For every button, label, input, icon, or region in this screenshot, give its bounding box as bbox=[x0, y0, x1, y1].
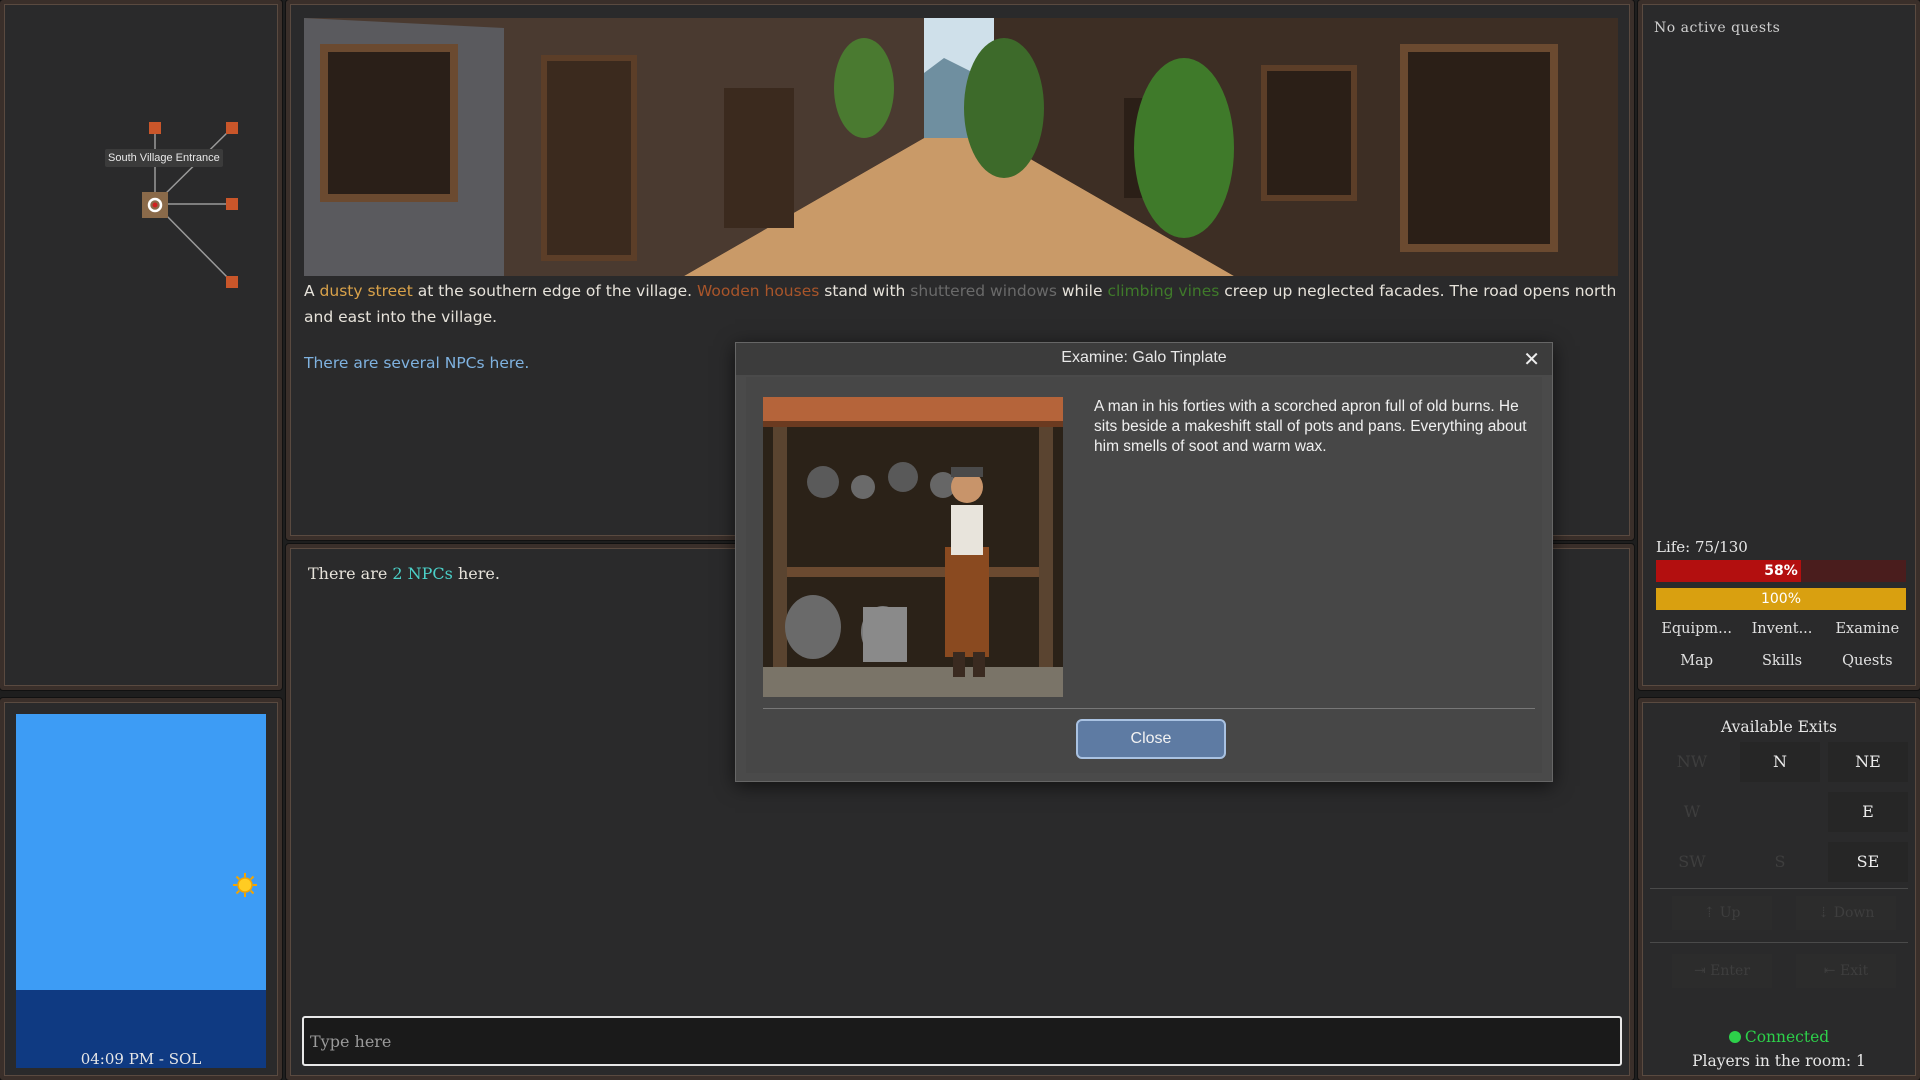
minimap-panel: South Village Entrance bbox=[0, 0, 282, 690]
exit-se-button[interactable]: SE bbox=[1828, 842, 1908, 882]
exit-sw-button: SW bbox=[1652, 842, 1732, 882]
exits-title: Available Exits bbox=[1721, 718, 1837, 736]
portal-exits: ⇥ Enter ⇤ Exit bbox=[1672, 954, 1896, 988]
vertical-exits: ⇡ Up ⇣ Down bbox=[1672, 896, 1896, 930]
exit-s-button: S bbox=[1740, 842, 1820, 882]
log-text: There are bbox=[308, 564, 393, 583]
npc-hint-link[interactable]: There are several NPCs here. bbox=[304, 354, 529, 372]
stamina-bar: 100% bbox=[1656, 588, 1906, 610]
exit-button: ⇤ Exit bbox=[1796, 954, 1896, 988]
desc-text: while bbox=[1056, 282, 1108, 300]
stamina-percent: 100% bbox=[1760, 591, 1802, 607]
skills-button[interactable]: Skills bbox=[1739, 650, 1824, 672]
dialog-body: A man in his forties with a scorched apr… bbox=[746, 377, 1542, 773]
dialog-header: Examine: Galo Tinplate ✕ bbox=[736, 343, 1552, 375]
desc-text: at the southern edge of the village. bbox=[412, 282, 697, 300]
close-icon[interactable]: ✕ bbox=[1523, 347, 1540, 372]
examine-dialog: Examine: Galo Tinplate ✕ A man in his fo… bbox=[735, 342, 1553, 782]
exit-center bbox=[1740, 792, 1820, 832]
keyword-dusty-street[interactable]: dusty street bbox=[320, 282, 413, 300]
keyword-wooden-houses[interactable]: Wooden houses bbox=[697, 282, 819, 300]
minimap bbox=[142, 122, 238, 288]
keyword-climbing-vines[interactable]: climbing vines bbox=[1107, 282, 1219, 300]
desc-text: stand with bbox=[819, 282, 911, 300]
map-room-east[interactable] bbox=[226, 198, 238, 210]
exit-e-button[interactable]: E bbox=[1828, 792, 1908, 832]
life-bar: 58% bbox=[1656, 560, 1906, 582]
quest-status: No active quests bbox=[1654, 20, 1781, 36]
divider bbox=[1650, 942, 1908, 943]
sun-icon bbox=[233, 873, 257, 897]
keyword-shuttered-windows[interactable]: shuttered windows bbox=[910, 282, 1057, 300]
equipment-button[interactable]: Equipm... bbox=[1654, 618, 1739, 640]
quests-button[interactable]: Quests bbox=[1825, 650, 1910, 672]
room-description: A dusty street at the southern edge of t… bbox=[304, 278, 1624, 330]
sky bbox=[16, 714, 266, 990]
npc-portrait bbox=[763, 397, 1063, 697]
scene-image bbox=[304, 18, 1618, 276]
log-text: here. bbox=[452, 564, 500, 583]
npc-count-link[interactable]: 2 NPCs bbox=[392, 564, 452, 583]
exit-nw-button: NW bbox=[1652, 742, 1732, 782]
map-room-southeast[interactable] bbox=[226, 276, 238, 288]
exit-n-button[interactable]: N bbox=[1740, 742, 1820, 782]
exit-compass: NW N NE W E SW S SE bbox=[1652, 742, 1908, 882]
exit-up-button: ⇡ Up bbox=[1672, 896, 1772, 930]
status-dot-icon bbox=[1728, 1031, 1741, 1043]
map-room-northeast[interactable] bbox=[226, 122, 238, 134]
close-button[interactable]: Close bbox=[1076, 719, 1226, 759]
exit-ne-button[interactable]: NE bbox=[1828, 742, 1908, 782]
dialog-title: Examine: Galo Tinplate bbox=[1061, 349, 1227, 366]
dialog-divider bbox=[763, 708, 1535, 709]
inventory-button[interactable]: Invent... bbox=[1739, 618, 1824, 640]
day-cycle-panel: 04:09 PM - SOL bbox=[0, 698, 282, 1080]
desc-text: A bbox=[304, 282, 320, 300]
game-clock: 04:09 PM - SOL bbox=[80, 1050, 202, 1068]
room-tooltip: South Village Entrance bbox=[105, 149, 223, 167]
exit-w-button: W bbox=[1652, 792, 1732, 832]
connection-status: Connected bbox=[1642, 1028, 1916, 1046]
log-message: There are 2 NPCs here. bbox=[308, 564, 500, 583]
npc-description: A man in his forties with a scorched apr… bbox=[1094, 398, 1527, 455]
exit-down-button: ⇣ Down bbox=[1796, 896, 1896, 930]
divider bbox=[1650, 888, 1908, 889]
exits-panel: Available Exits NW N NE W E SW S SE ⇡ Up… bbox=[1638, 698, 1920, 1080]
action-buttons: Equipm... Invent... Examine Map Skills Q… bbox=[1654, 618, 1910, 672]
map-room-north[interactable] bbox=[149, 122, 161, 134]
command-input[interactable] bbox=[302, 1016, 1622, 1066]
players-in-room: Players in the room: 1 bbox=[1692, 1052, 1866, 1070]
examine-button[interactable]: Examine bbox=[1825, 618, 1910, 640]
map-button[interactable]: Map bbox=[1654, 650, 1739, 672]
connection-status-text: Connected bbox=[1744, 1028, 1830, 1046]
quest-stats-panel: No active quests Life: 75/130 58% 100% E… bbox=[1638, 0, 1920, 690]
life-percent: 58% bbox=[1764, 563, 1798, 579]
enter-button: ⇥ Enter bbox=[1672, 954, 1772, 988]
life-label: Life: 75/130 bbox=[1656, 538, 1748, 556]
